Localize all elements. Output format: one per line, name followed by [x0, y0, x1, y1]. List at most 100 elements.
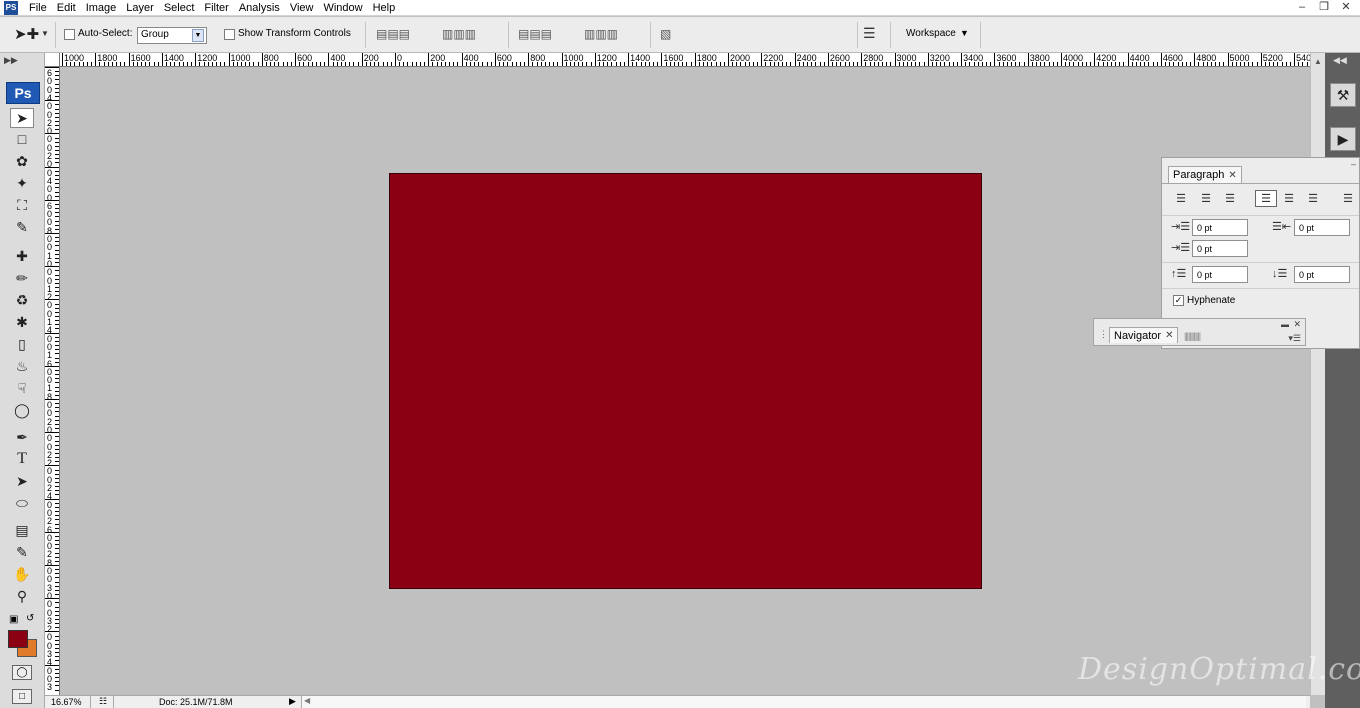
- screen-mode-icon[interactable]: □: [12, 689, 32, 704]
- close-icon[interactable]: ✕: [1165, 330, 1173, 341]
- ellipse-tool-icon[interactable]: ⬭: [10, 493, 34, 513]
- menu-window[interactable]: Window: [318, 2, 367, 14]
- clone-stamp-tool-icon[interactable]: ♻: [10, 290, 34, 310]
- workspace-button[interactable]: Workspace: [906, 28, 956, 39]
- menu-view[interactable]: View: [285, 2, 319, 14]
- justify-last-right-icon[interactable]: ☰: [1304, 191, 1322, 205]
- ruler-major-tick: [561, 53, 563, 66]
- menu-file[interactable]: File: [24, 2, 52, 14]
- paint-bucket-tool-icon[interactable]: ♨: [10, 356, 34, 376]
- notes-tool-icon[interactable]: ▤: [10, 520, 34, 540]
- hand-tool-icon[interactable]: ✋: [10, 564, 34, 584]
- actions-icon[interactable]: ▶: [1330, 127, 1356, 151]
- menu-analysis[interactable]: Analysis: [234, 2, 285, 14]
- minimize-icon[interactable]: –: [1294, 0, 1310, 14]
- close-icon[interactable]: ✕: [1228, 170, 1236, 181]
- photoshop-logo[interactable]: Ps: [6, 82, 40, 104]
- align-top-edges-icon[interactable]: ▤▤▤: [376, 27, 410, 41]
- distribute-vertical-icon[interactable]: ▤▤▤: [518, 27, 552, 41]
- tools-preset-icon[interactable]: ⚒: [1330, 83, 1356, 107]
- magic-wand-tool-icon[interactable]: ✦: [10, 173, 34, 193]
- chevron-down-icon[interactable]: ▼: [41, 29, 49, 38]
- bridge-icon[interactable]: ☰: [863, 25, 876, 42]
- crop-tool-icon[interactable]: ⛶: [10, 195, 34, 215]
- color-sampler-tool-icon[interactable]: ✎: [10, 542, 34, 562]
- justify-last-left-icon[interactable]: ☰: [1255, 190, 1277, 207]
- type-tool-icon[interactable]: T: [10, 449, 34, 469]
- auto-select-checkbox[interactable]: [64, 29, 75, 40]
- transform-controls-checkbox[interactable]: [224, 29, 235, 40]
- menu-layer[interactable]: Layer: [121, 2, 159, 14]
- ruler-minor-tick: [91, 62, 93, 66]
- panel-menu-icon[interactable]: ▾☰: [1288, 333, 1301, 344]
- ruler-minor-tick: [598, 62, 600, 66]
- close-icon[interactable]: ✕: [1293, 319, 1301, 330]
- path-selection-tool-icon[interactable]: ➤: [10, 471, 34, 491]
- align-left-edges-icon[interactable]: ▥▥▥: [442, 27, 476, 41]
- zoom-tool-icon[interactable]: ⚲: [10, 586, 34, 606]
- healing-brush-tool-icon[interactable]: ✚: [10, 246, 34, 266]
- foreground-color-swatch[interactable]: [8, 630, 28, 648]
- restore-icon[interactable]: ❐: [1316, 0, 1332, 14]
- justify-last-center-icon[interactable]: ☰: [1280, 191, 1298, 205]
- indent-first-line-field[interactable]: 0 pt: [1192, 240, 1248, 257]
- menu-help[interactable]: Help: [368, 2, 401, 14]
- space-after-field[interactable]: 0 pt: [1294, 266, 1350, 283]
- chevron-down-icon[interactable]: ▼: [192, 29, 204, 42]
- document-canvas[interactable]: [389, 173, 982, 589]
- eyedropper-tool-icon[interactable]: ✎: [10, 217, 34, 237]
- distribute-horizontal-icon[interactable]: ▥▥▥: [584, 27, 618, 41]
- ruler-minor-tick: [132, 62, 134, 66]
- menu-select[interactable]: Select: [159, 2, 200, 14]
- chevron-down-icon[interactable]: ▼: [960, 28, 969, 38]
- scroll-left-icon[interactable]: ◀: [304, 696, 310, 705]
- horizontal-scrollbar[interactable]: ◀: [301, 696, 1306, 708]
- status-icon[interactable]: ☷: [99, 696, 107, 707]
- lasso-tool-icon[interactable]: ✿: [10, 151, 34, 171]
- panel-collapse-icon[interactable]: –: [1351, 159, 1356, 169]
- pen-tool-icon[interactable]: ✒: [10, 427, 34, 447]
- ruler-minor-tick: [216, 62, 217, 66]
- indent-left-field[interactable]: 0 pt: [1192, 219, 1248, 236]
- indent-right-field[interactable]: 0 pt: [1294, 219, 1350, 236]
- auto-align-layers-icon[interactable]: ▧: [660, 27, 671, 41]
- align-center-icon[interactable]: ☰: [1197, 191, 1215, 205]
- marquee-tool-icon[interactable]: □: [10, 129, 34, 149]
- status-menu-arrow-icon[interactable]: ▶: [289, 696, 296, 707]
- ruler-minor-tick: [55, 423, 59, 425]
- smudge-tool-icon[interactable]: ☟: [10, 378, 34, 398]
- space-before-field[interactable]: 0 pt: [1192, 266, 1248, 283]
- swap-colors-icon[interactable]: ↺: [26, 613, 34, 624]
- expand-dock-icon[interactable]: ◀◀: [1333, 55, 1347, 66]
- collapse-icon[interactable]: ▶▶: [4, 55, 18, 66]
- dodge-tool-icon[interactable]: ◯: [10, 400, 34, 420]
- align-right-icon[interactable]: ☰: [1221, 191, 1239, 205]
- scroll-up-icon[interactable]: ▲: [1314, 57, 1322, 66]
- menu-image[interactable]: Image: [81, 2, 122, 14]
- ruler-origin[interactable]: [45, 53, 60, 67]
- ruler-minor-tick: [931, 62, 933, 66]
- hyphenate-checkbox[interactable]: ✓: [1173, 295, 1184, 306]
- move-tool-preset-icon[interactable]: ➤✚: [14, 25, 39, 43]
- quick-mask-icon[interactable]: ◯: [12, 665, 32, 680]
- menu-edit[interactable]: Edit: [52, 2, 81, 14]
- eraser-tool-icon[interactable]: ▯: [10, 334, 34, 354]
- justify-all-icon[interactable]: ☰: [1339, 191, 1357, 205]
- align-left-icon[interactable]: ☰: [1172, 191, 1190, 205]
- vertical-scrollbar[interactable]: ▲: [1310, 53, 1325, 695]
- auto-select-dropdown[interactable]: Group ▼: [137, 27, 207, 44]
- close-icon[interactable]: ✕: [1338, 0, 1354, 14]
- ruler-minor-tick: [55, 191, 59, 193]
- ruler-minor-tick: [55, 129, 59, 131]
- default-colors-icon[interactable]: ▣: [9, 614, 18, 625]
- tab-navigator[interactable]: Navigator ✕: [1109, 327, 1179, 343]
- move-tool-icon[interactable]: ➤: [10, 108, 34, 128]
- zoom-level[interactable]: 16.67%: [51, 697, 82, 707]
- tab-paragraph[interactable]: Paragraph ✕: [1168, 166, 1242, 183]
- divider: [1162, 262, 1359, 263]
- photoshop-app-icon[interactable]: PS: [4, 0, 18, 15]
- minimize-icon[interactable]: ▬: [1281, 320, 1289, 329]
- brush-tool-icon[interactable]: ✏: [10, 268, 34, 288]
- history-brush-tool-icon[interactable]: ✱: [10, 312, 34, 332]
- menu-filter[interactable]: Filter: [199, 2, 233, 14]
